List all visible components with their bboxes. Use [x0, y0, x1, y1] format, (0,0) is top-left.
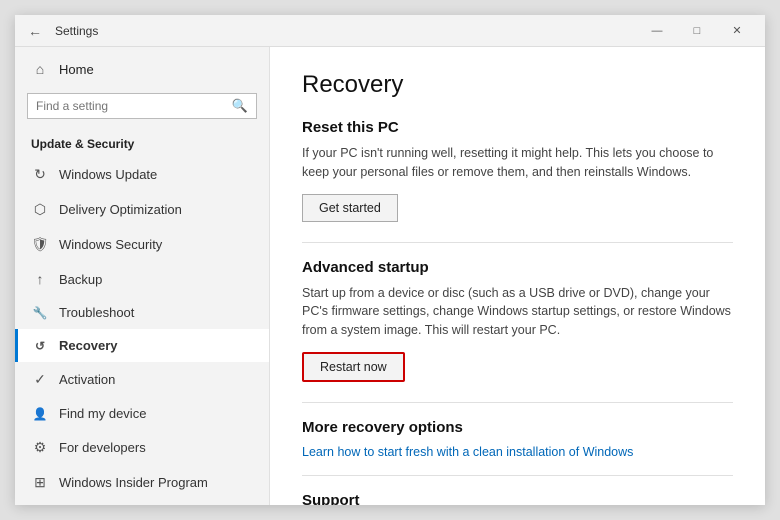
- more-options-title: More recovery options: [302, 419, 733, 436]
- backup-icon: ↑: [31, 271, 49, 287]
- nav-label: Recovery: [59, 338, 118, 353]
- window-controls: — □ ✕: [637, 15, 757, 47]
- page-title: Recovery: [302, 71, 733, 99]
- sidebar: ⌂ Home 🔍 Update & Security ↻ Windows Upd…: [15, 47, 270, 505]
- minimize-button[interactable]: —: [637, 15, 677, 47]
- search-box[interactable]: 🔍: [27, 93, 257, 119]
- nav-label: Find my device: [59, 406, 146, 421]
- sidebar-item-windows-security[interactable]: 🛡 Windows Security: [15, 227, 269, 262]
- content-area: Recovery Reset this PC If your PC isn't …: [270, 47, 765, 505]
- sidebar-item-home[interactable]: ⌂ Home: [15, 51, 269, 87]
- restart-now-button[interactable]: Restart now: [302, 352, 405, 382]
- sidebar-item-windows-insider[interactable]: ⊞ Windows Insider Program: [15, 465, 269, 500]
- sidebar-item-for-developers[interactable]: ⚙ For developers: [15, 430, 269, 465]
- sidebar-item-recovery[interactable]: ↺ Recovery: [15, 329, 269, 362]
- titlebar: ← Settings — □ ✕: [15, 15, 765, 47]
- clean-install-link[interactable]: Learn how to start fresh with a clean in…: [302, 445, 633, 459]
- support-title: Support: [302, 492, 733, 505]
- windows-update-icon: ↻: [31, 166, 49, 183]
- nav-label: Activation: [59, 372, 115, 387]
- recovery-icon: ↺: [31, 339, 49, 353]
- close-button[interactable]: ✕: [717, 15, 757, 47]
- for-developers-icon: ⚙: [31, 439, 49, 456]
- activation-icon: ✓: [31, 371, 49, 388]
- advanced-startup-title: Advanced startup: [302, 259, 733, 276]
- maximize-button[interactable]: □: [677, 15, 717, 47]
- search-icon: 🔍: [232, 98, 248, 114]
- nav-label: For developers: [59, 440, 146, 455]
- back-button[interactable]: ←: [23, 19, 47, 43]
- search-input[interactable]: [36, 99, 226, 113]
- main-content: ⌂ Home 🔍 Update & Security ↻ Windows Upd…: [15, 47, 765, 505]
- reset-pc-title: Reset this PC: [302, 119, 733, 136]
- get-started-button[interactable]: Get started: [302, 194, 398, 222]
- settings-window: ← Settings — □ ✕ ⌂ Home 🔍 Update & Secur…: [15, 15, 765, 505]
- reset-pc-description: If your PC isn't running well, resetting…: [302, 144, 733, 182]
- delivery-optimization-icon: ⬡: [31, 201, 49, 218]
- nav-label: Windows Update: [59, 167, 157, 182]
- divider-3: [302, 475, 733, 476]
- nav-label: Delivery Optimization: [59, 202, 182, 217]
- sidebar-item-delivery-optimization[interactable]: ⬡ Delivery Optimization: [15, 192, 269, 227]
- home-icon: ⌂: [31, 61, 49, 77]
- troubleshoot-icon: 🔧: [31, 306, 49, 320]
- sidebar-item-troubleshoot[interactable]: 🔧 Troubleshoot: [15, 296, 269, 329]
- divider-1: [302, 242, 733, 243]
- sidebar-item-activation[interactable]: ✓ Activation: [15, 362, 269, 397]
- sidebar-item-find-my-device[interactable]: 👤 Find my device: [15, 397, 269, 430]
- sidebar-section-header: Update & Security: [15, 129, 269, 157]
- advanced-startup-description: Start up from a device or disc (such as …: [302, 284, 733, 340]
- find-my-device-icon: 👤: [31, 407, 49, 421]
- sidebar-item-windows-update[interactable]: ↻ Windows Update: [15, 157, 269, 192]
- windows-security-icon: 🛡: [31, 236, 49, 253]
- nav-label: Troubleshoot: [59, 305, 134, 320]
- sidebar-item-backup[interactable]: ↑ Backup: [15, 262, 269, 296]
- nav-label: Backup: [59, 272, 102, 287]
- nav-label: Windows Insider Program: [59, 475, 208, 490]
- nav-label: Windows Security: [59, 237, 162, 252]
- titlebar-title: Settings: [55, 24, 98, 38]
- divider-2: [302, 402, 733, 403]
- sidebar-home-label: Home: [59, 62, 94, 77]
- windows-insider-icon: ⊞: [31, 474, 49, 491]
